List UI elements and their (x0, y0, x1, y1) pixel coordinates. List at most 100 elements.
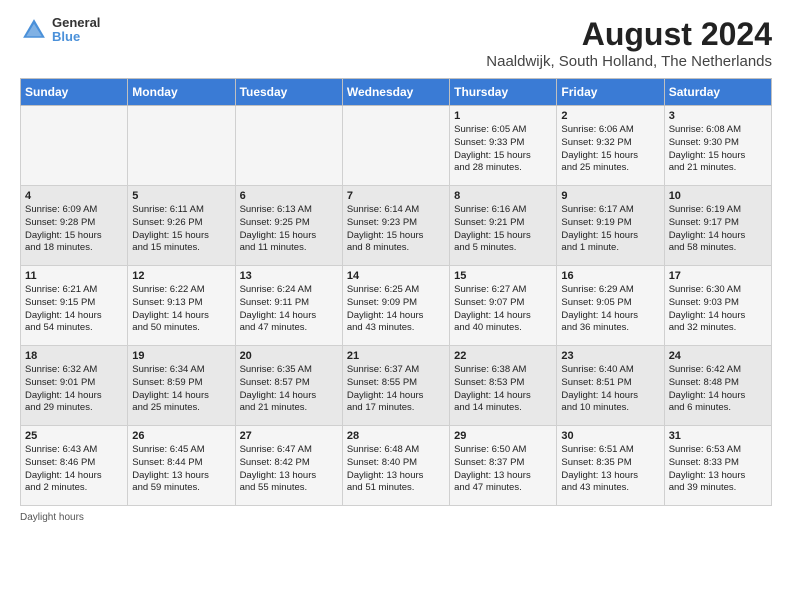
day-number: 17 (669, 270, 767, 282)
logo-line2: Blue (52, 30, 100, 44)
calendar-header-row: SundayMondayTuesdayWednesdayThursdayFrid… (21, 79, 772, 106)
week-row-2: 11 Sunrise: 6:21 AM Sunset: 9:15 PM Dayli… (21, 266, 772, 346)
day-header-saturday: Saturday (664, 79, 771, 106)
day-number: 24 (669, 350, 767, 362)
calendar-cell: 18Sunrise: 6:32 AM Sunset: 9:01 PM Dayli… (21, 346, 128, 426)
day-info: Sunrise: 6:34 AM Sunset: 8:59 PM Dayligh… (132, 364, 230, 415)
calendar-cell (342, 106, 449, 186)
calendar-cell: 1 Sunrise: 6:05 AM Sunset: 9:33 PM Daylig… (450, 106, 557, 186)
calendar-cell: 28Sunrise: 6:48 AM Sunset: 8:40 PM Dayli… (342, 426, 449, 506)
day-number: 20 (240, 350, 338, 362)
calendar-cell: 2Sunrise: 6:06 AM Sunset: 9:32 PM Daylig… (557, 106, 664, 186)
day-number: 15 (454, 270, 552, 282)
calendar-table: SundayMondayTuesdayWednesdayThursdayFrid… (20, 78, 772, 506)
day-info: Sunrise: 6:11 AM Sunset: 9:26 PM Dayligh… (132, 204, 230, 255)
calendar-cell: 10 Sunrise: 6:19 AM Sunset: 9:17 PM Dayli… (664, 186, 771, 266)
week-row-0: 1 Sunrise: 6:05 AM Sunset: 9:33 PM Daylig… (21, 106, 772, 186)
calendar-cell: 15Sunrise: 6:27 AM Sunset: 9:07 PM Dayli… (450, 266, 557, 346)
calendar-cell: 23 Sunrise: 6:40 AM Sunset: 8:51 PM Dayli… (557, 346, 664, 426)
day-info: Sunrise: 6:19 AM Sunset: 9:17 PM Dayligh… (669, 204, 767, 255)
calendar-cell: 29 Sunrise: 6:50 AM Sunset: 8:37 PM Dayli… (450, 426, 557, 506)
day-info: Sunrise: 6:29 AM Sunset: 9:05 PM Dayligh… (561, 284, 659, 335)
subtitle: Naaldwijk, South Holland, The Netherland… (486, 53, 772, 70)
logo-line1: General (52, 16, 100, 30)
calendar-cell: 8 Sunrise: 6:16 AM Sunset: 9:21 PM Daylig… (450, 186, 557, 266)
day-number: 12 (132, 270, 230, 282)
calendar-cell (128, 106, 235, 186)
day-number: 6 (240, 190, 338, 202)
calendar-cell (235, 106, 342, 186)
day-number: 27 (240, 430, 338, 442)
calendar-cell: 24 Sunrise: 6:42 AM Sunset: 8:48 PM Dayli… (664, 346, 771, 426)
calendar-cell: 13 Sunrise: 6:24 AM Sunset: 9:11 PM Dayli… (235, 266, 342, 346)
day-number: 19 (132, 350, 230, 362)
day-number: 1 (454, 110, 552, 122)
day-info: Sunrise: 6:25 AM Sunset: 9:09 PM Dayligh… (347, 284, 445, 335)
day-number: 5 (132, 190, 230, 202)
day-number: 31 (669, 430, 767, 442)
day-number: 22 (454, 350, 552, 362)
day-info: Sunrise: 6:17 AM Sunset: 9:19 PM Dayligh… (561, 204, 659, 255)
day-info: Sunrise: 6:30 AM Sunset: 9:03 PM Dayligh… (669, 284, 767, 335)
day-info: Sunrise: 6:50 AM Sunset: 8:37 PM Dayligh… (454, 444, 552, 495)
day-info: Sunrise: 6:45 AM Sunset: 8:44 PM Dayligh… (132, 444, 230, 495)
day-info: Sunrise: 6:35 AM Sunset: 8:57 PM Dayligh… (240, 364, 338, 415)
main-title: August 2024 (486, 16, 772, 53)
day-number: 10 (669, 190, 767, 202)
calendar-cell: 11 Sunrise: 6:21 AM Sunset: 9:15 PM Dayli… (21, 266, 128, 346)
calendar-cell: 7Sunrise: 6:14 AM Sunset: 9:23 PM Daylig… (342, 186, 449, 266)
day-number: 29 (454, 430, 552, 442)
calendar-cell: 6Sunrise: 6:13 AM Sunset: 9:25 PM Daylig… (235, 186, 342, 266)
day-number: 7 (347, 190, 445, 202)
calendar-cell: 3Sunrise: 6:08 AM Sunset: 9:30 PM Daylig… (664, 106, 771, 186)
day-number: 21 (347, 350, 445, 362)
day-info: Sunrise: 6:42 AM Sunset: 8:48 PM Dayligh… (669, 364, 767, 415)
calendar-cell: 4Sunrise: 6:09 AM Sunset: 9:28 PM Daylig… (21, 186, 128, 266)
day-info: Sunrise: 6:09 AM Sunset: 9:28 PM Dayligh… (25, 204, 123, 255)
day-info: Sunrise: 6:37 AM Sunset: 8:55 PM Dayligh… (347, 364, 445, 415)
day-info: Sunrise: 6:40 AM Sunset: 8:51 PM Dayligh… (561, 364, 659, 415)
calendar-cell: 31 Sunrise: 6:53 AM Sunset: 8:33 PM Dayli… (664, 426, 771, 506)
day-info: Sunrise: 6:06 AM Sunset: 9:32 PM Dayligh… (561, 124, 659, 175)
logo: General Blue (20, 16, 100, 45)
day-number: 25 (25, 430, 123, 442)
header: General Blue August 2024 Naaldwijk, Sout… (20, 16, 772, 70)
day-number: 11 (25, 270, 123, 282)
calendar-cell: 30Sunrise: 6:51 AM Sunset: 8:35 PM Dayli… (557, 426, 664, 506)
day-info: Sunrise: 6:16 AM Sunset: 9:21 PM Dayligh… (454, 204, 552, 255)
day-info: Sunrise: 6:48 AM Sunset: 8:40 PM Dayligh… (347, 444, 445, 495)
day-number: 9 (561, 190, 659, 202)
day-header-wednesday: Wednesday (342, 79, 449, 106)
day-number: 14 (347, 270, 445, 282)
day-info: Sunrise: 6:24 AM Sunset: 9:11 PM Dayligh… (240, 284, 338, 335)
day-info: Sunrise: 6:08 AM Sunset: 9:30 PM Dayligh… (669, 124, 767, 175)
calendar-cell: 27 Sunrise: 6:47 AM Sunset: 8:42 PM Dayli… (235, 426, 342, 506)
calendar-cell: 17 Sunrise: 6:30 AM Sunset: 9:03 PM Dayli… (664, 266, 771, 346)
day-number: 13 (240, 270, 338, 282)
day-number: 30 (561, 430, 659, 442)
day-info: Sunrise: 6:47 AM Sunset: 8:42 PM Dayligh… (240, 444, 338, 495)
calendar-cell: 5 Sunrise: 6:11 AM Sunset: 9:26 PM Daylig… (128, 186, 235, 266)
calendar-cell: 19 Sunrise: 6:34 AM Sunset: 8:59 PM Dayli… (128, 346, 235, 426)
calendar-cell (21, 106, 128, 186)
calendar-cell: 14 Sunrise: 6:25 AM Sunset: 9:09 PM Dayli… (342, 266, 449, 346)
logo-icon (20, 16, 48, 44)
day-header-thursday: Thursday (450, 79, 557, 106)
day-info: Sunrise: 6:05 AM Sunset: 9:33 PM Dayligh… (454, 124, 552, 175)
day-info: Sunrise: 6:43 AM Sunset: 8:46 PM Dayligh… (25, 444, 123, 495)
calendar-cell: 16 Sunrise: 6:29 AM Sunset: 9:05 PM Dayli… (557, 266, 664, 346)
title-block: August 2024 Naaldwijk, South Holland, Th… (486, 16, 772, 70)
day-number: 16 (561, 270, 659, 282)
day-header-tuesday: Tuesday (235, 79, 342, 106)
calendar-cell: 26 Sunrise: 6:45 AM Sunset: 8:44 PM Dayli… (128, 426, 235, 506)
day-header-friday: Friday (557, 79, 664, 106)
day-info: Sunrise: 6:21 AM Sunset: 9:15 PM Dayligh… (25, 284, 123, 335)
day-number: 8 (454, 190, 552, 202)
page: General Blue August 2024 Naaldwijk, Sout… (0, 0, 792, 533)
day-number: 23 (561, 350, 659, 362)
day-info: Sunrise: 6:53 AM Sunset: 8:33 PM Dayligh… (669, 444, 767, 495)
day-header-sunday: Sunday (21, 79, 128, 106)
day-number: 26 (132, 430, 230, 442)
day-info: Sunrise: 6:38 AM Sunset: 8:53 PM Dayligh… (454, 364, 552, 415)
day-info: Sunrise: 6:22 AM Sunset: 9:13 PM Dayligh… (132, 284, 230, 335)
